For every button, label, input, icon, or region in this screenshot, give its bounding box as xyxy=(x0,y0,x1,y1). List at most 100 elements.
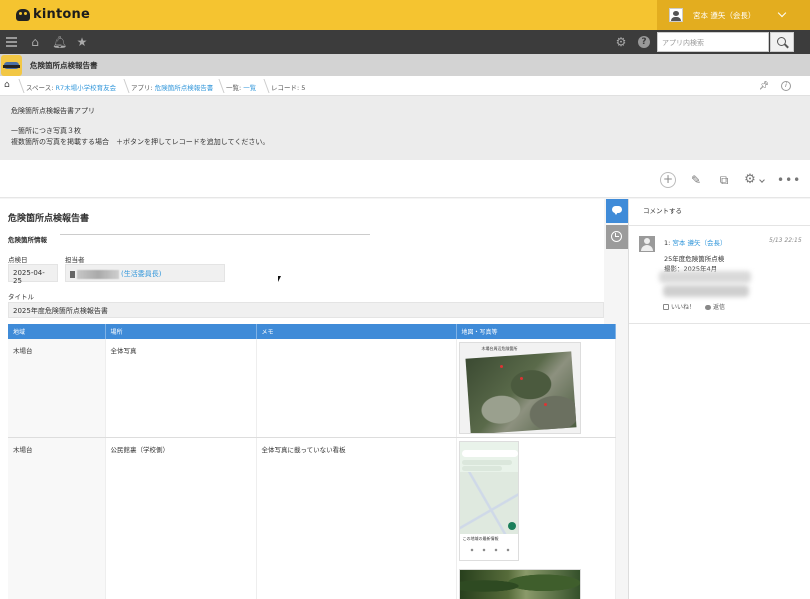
group-label: 危険箇所情報 xyxy=(8,236,47,244)
comment-header: 1: 宮本 遵矢（会長） xyxy=(664,239,727,247)
copy-icon[interactable]: ⧉ xyxy=(716,172,732,188)
chevron-down-icon[interactable] xyxy=(759,177,765,183)
date-field-label: 点検日 xyxy=(8,256,28,264)
comment-time: 5/13 22:15 xyxy=(769,237,802,244)
add-record-button[interactable]: + xyxy=(660,172,676,188)
breadcrumb-view[interactable]: 一覧: 一覧 xyxy=(226,82,256,92)
kintone-logo[interactable]: kintone xyxy=(16,7,90,22)
search-button[interactable] xyxy=(770,32,794,52)
global-nav: ⌂ 🔔︎ ★ ⚙ ? アプリ内検索 xyxy=(0,30,810,54)
hazard-table: 地域 場所 メモ 地図・写真等 木場台 全体写真 木場台周辺危険箇所 木場台 公… xyxy=(8,324,616,599)
logo-text: kintone xyxy=(33,7,90,22)
person-link[interactable]: (生活委員長) xyxy=(121,270,161,278)
history-icon xyxy=(611,231,622,242)
comment-text: 25年度危険箇所点検 xyxy=(664,255,725,263)
aerial-photo-caption: 木場台周辺危険箇所 xyxy=(481,346,518,351)
user-name: 宮本 遵矢（会長） xyxy=(693,10,756,20)
comment-author-link[interactable]: 宮本 遵矢（会長） xyxy=(672,239,726,247)
home-icon[interactable]: ⌂ xyxy=(28,35,42,49)
area-cell: 木場台 xyxy=(8,437,106,599)
info-icon[interactable]: i xyxy=(781,81,791,91)
photo-cell: この地域の最新情報 xyxy=(456,437,616,599)
table-header-row: 地域 場所 メモ 地図・写真等 xyxy=(8,324,616,339)
search-icon xyxy=(777,37,786,46)
mouse-cursor xyxy=(278,276,281,282)
description-line: 一箇所につき写真３枚 xyxy=(11,127,81,135)
user-menu[interactable]: 宮本 遵矢（会長） xyxy=(657,0,810,30)
star-icon[interactable]: ★ xyxy=(75,35,89,49)
app-icon[interactable] xyxy=(1,55,22,76)
comment-panel: コメントする 1: 宮本 遵矢（会長） 5/13 22:15 25年度危険箇所点… xyxy=(628,199,810,599)
pin-icon[interactable]: 📌︎ xyxy=(759,81,769,90)
app-title[interactable]: 危険箇所点検報告書 xyxy=(30,60,98,71)
chevron-down-icon[interactable] xyxy=(777,8,787,18)
app-header: 危険箇所点検報告書 xyxy=(0,54,810,76)
top-header: kintone 宮本 遵矢（会長） xyxy=(0,0,810,30)
comment-icon xyxy=(612,206,622,215)
column-header: 地図・写真等 xyxy=(456,324,616,339)
app-search-input[interactable]: アプリ内検索 xyxy=(657,32,769,52)
map-fab-icon xyxy=(507,522,516,530)
reply-button[interactable]: 返信 xyxy=(705,302,725,311)
column-header: メモ xyxy=(256,324,457,339)
person-field-value: (生活委員長) xyxy=(65,264,225,282)
breadcrumb-separator xyxy=(211,79,225,93)
photo-cell: 木場台周辺危険箇所 xyxy=(456,339,616,438)
group-divider xyxy=(60,234,370,235)
breadcrumb-separator xyxy=(11,79,25,93)
gear-icon[interactable]: ⚙ xyxy=(742,172,758,188)
redacted-text xyxy=(663,285,749,297)
like-button[interactable]: いいね！ xyxy=(663,302,695,311)
redacted-text xyxy=(659,271,751,283)
breadcrumb-app[interactable]: アプリ: 危険箇所点検報告書 xyxy=(131,82,213,92)
menu-icon[interactable] xyxy=(4,35,18,49)
breadcrumb-app-link[interactable]: 危険箇所点検報告書 xyxy=(155,84,214,92)
thumbs-up-icon xyxy=(663,304,669,310)
breadcrumb: ⌂ スペース: R7木場小学校育友会 アプリ: 危険箇所点検報告書 一覧: 一覧… xyxy=(0,76,810,96)
breadcrumb-space-link[interactable]: R7木場小学校育友会 xyxy=(55,84,116,92)
breadcrumb-space[interactable]: スペース: R7木場小学校育友会 xyxy=(26,82,116,92)
more-options-icon[interactable]: ••• xyxy=(777,172,800,188)
column-header: 場所 xyxy=(105,324,257,339)
breadcrumb-record: レコード: 5 xyxy=(271,84,306,92)
avatar xyxy=(639,236,655,252)
memo-cell: 全体写真に載っていない看板 xyxy=(256,437,457,599)
record-toolbar: + ✎ ⧉ ⚙ ••• xyxy=(0,160,810,198)
record-title: 危険箇所点検報告書 xyxy=(8,214,90,224)
title-field-label: タイトル xyxy=(8,293,34,301)
title-field-value: 2025年度危険箇所点検報告書 xyxy=(8,302,604,318)
description-line: 複数箇所の写真を掲載する場合 ＋ボタンを押してレコードを追加してください。 xyxy=(11,138,270,146)
person-field-label: 担当者 xyxy=(65,256,85,264)
place-cell: 全体写真 xyxy=(105,339,257,438)
kintone-logo-icon xyxy=(16,8,30,21)
description-line: 危険箇所点検報告書アプリ xyxy=(11,107,95,115)
column-header: 地域 xyxy=(8,324,106,339)
edit-icon[interactable]: ✎ xyxy=(688,172,704,188)
date-field-value: 2025-04-25 xyxy=(8,264,58,285)
breadcrumb-separator xyxy=(116,79,130,93)
place-cell: 公民館裏（学校側） xyxy=(105,437,257,599)
comments-tab[interactable] xyxy=(606,199,628,223)
comment-input[interactable]: コメントする xyxy=(643,205,682,215)
help-icon[interactable]: ? xyxy=(638,36,650,48)
reply-icon xyxy=(705,305,711,310)
table-row: 木場台 公民館裏（学校側） 全体写真に載っていない看板 この地域の最新情報 xyxy=(8,437,616,599)
aerial-photo-thumbnail[interactable]: 木場台周辺危険箇所 xyxy=(458,342,581,434)
redacted-name xyxy=(77,269,119,279)
breadcrumb-separator xyxy=(256,79,270,93)
user-icon xyxy=(70,270,75,278)
table-row: 木場台 全体写真 木場台周辺危険箇所 xyxy=(8,339,616,438)
user-avatar-icon xyxy=(669,8,683,22)
phone-screenshot-thumbnail[interactable]: この地域の最新情報 xyxy=(458,441,519,561)
area-cell: 木場台 xyxy=(8,339,106,438)
memo-cell xyxy=(256,339,457,438)
trees-photo-thumbnail[interactable] xyxy=(458,569,581,599)
app-description: 危険箇所点検報告書アプリ 一箇所につき写真３枚 複数箇所の写真を掲載する場合 ＋… xyxy=(0,96,810,160)
breadcrumb-view-link[interactable]: 一覧 xyxy=(243,84,256,92)
home-icon[interactable]: ⌂ xyxy=(4,81,13,90)
gear-icon[interactable]: ⚙ xyxy=(614,35,628,49)
comment-item: 1: 宮本 遵矢（会長） 5/13 22:15 25年度危険箇所点検 撮影：20… xyxy=(629,226,810,324)
side-panel-tabs xyxy=(606,199,628,259)
history-tab[interactable] xyxy=(606,225,628,249)
bell-icon[interactable]: 🔔︎ xyxy=(52,35,67,49)
